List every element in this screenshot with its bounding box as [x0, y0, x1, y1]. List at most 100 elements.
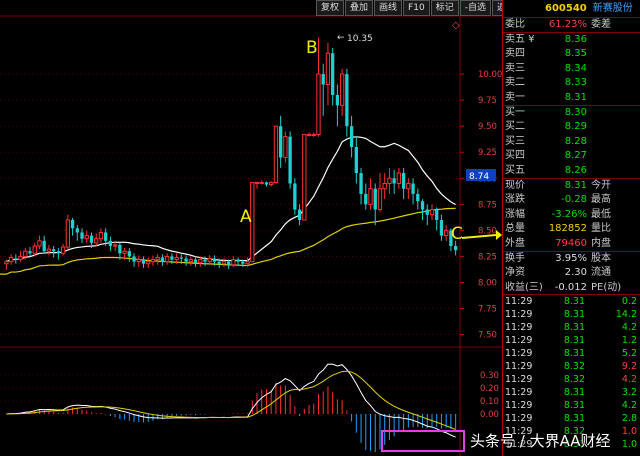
tick-time: 11:29: [505, 309, 533, 321]
chart-toolbar: 复权 叠加 画线 F10 标记 -自选 返回: [316, 0, 521, 16]
quote-row: 外盘 79460 内盘: [503, 237, 640, 252]
candle-body: [23, 250, 28, 257]
candle-body: [302, 134, 307, 221]
bid-row[interactable]: 买五 8.26: [503, 164, 640, 179]
ask-row[interactable]: 卖二 8.33: [503, 76, 640, 91]
macd-axis: 0.30 0.20 0.10 0.00: [480, 371, 499, 420]
candle-body: [217, 261, 221, 264]
mark-button[interactable]: 标记: [430, 0, 459, 16]
candle-body: [349, 126, 354, 148]
tick-time: 11:29: [505, 348, 533, 360]
tick-row: 11:29 8.32 4.2: [503, 373, 640, 386]
candle-body: [193, 259, 198, 263]
overlay-button[interactable]: 叠加: [345, 0, 374, 16]
fundamental-row: 收益(三) -0.012 PE(动): [503, 281, 640, 296]
tick-row: 11:29 8.31 1.2: [503, 334, 640, 347]
tick-time: 11:29: [505, 361, 533, 373]
candle-body: [212, 258, 217, 262]
tick-volume: 0.2: [621, 296, 637, 308]
macd-dea-line: [6, 370, 456, 431]
candle-body: [174, 256, 179, 261]
peak-marker: ←: [337, 33, 345, 43]
candle-body: [28, 251, 32, 254]
candle-body: [198, 259, 203, 264]
quote-row: 现价 8.31 今开: [505, 179, 611, 191]
candle-body: [207, 258, 212, 263]
tick-volume: 4.2: [621, 374, 637, 386]
ask-row[interactable]: 卖四 8.35: [503, 47, 640, 62]
tick-volume: 14.2: [615, 309, 637, 321]
candle-body: [226, 261, 231, 265]
bid-row[interactable]: 买三 8.28: [503, 135, 640, 150]
candle-body: [80, 232, 84, 239]
candle-body: [52, 249, 56, 252]
price-tick-label: 8.25: [478, 252, 497, 262]
macd-tick-label: 0.30: [480, 371, 499, 381]
tick-time: 11:29: [505, 335, 533, 347]
bid-row[interactable]: 买二 8.29: [503, 120, 640, 135]
candle-body: [136, 259, 141, 263]
stock-code: 600540: [545, 3, 587, 14]
remove-watchlist-button[interactable]: -自选: [459, 0, 491, 16]
candle-body: [377, 188, 383, 211]
kline-chart[interactable]: 10.009.759.509.259.008.758.508.258.007.7…: [0, 0, 502, 456]
bid-row[interactable]: 买一 8.30: [503, 106, 640, 121]
restore-rights-button[interactable]: 复权: [316, 0, 345, 16]
draw-line-button[interactable]: 画线: [374, 0, 403, 16]
candle-body: [387, 177, 392, 185]
tick-time: 11:29: [505, 400, 533, 412]
candle-body: [179, 257, 183, 259]
candle-body: [108, 240, 113, 247]
tick-row: 11:29 8.31 3.2: [503, 386, 640, 399]
candle-body: [18, 255, 23, 261]
tick-row: 11:29 8.31 2.8: [503, 412, 640, 425]
candle-body: [444, 229, 449, 237]
candle-body: [65, 219, 70, 248]
candle-body: [425, 209, 429, 215]
tick-volume: 9.2: [621, 361, 637, 373]
tick-price: 8.31: [563, 348, 585, 360]
price-tick-label: 9.25: [478, 148, 497, 158]
candle-body: [146, 261, 151, 265]
candle-body: [8, 256, 14, 263]
candle-body: [373, 188, 377, 210]
candle-body: [335, 94, 340, 106]
candle-body: [231, 259, 236, 266]
candle-body: [435, 209, 439, 220]
quote-row: 涨幅 -3.26% 最低: [505, 208, 611, 220]
ask-row[interactable]: 卖三 8.34: [503, 62, 640, 77]
ask-row[interactable]: 卖五 ¥8.36: [503, 33, 640, 48]
candle-body: [160, 257, 165, 262]
candle-body: [259, 181, 264, 184]
candle-body: [321, 74, 325, 85]
f10-button[interactable]: F10: [403, 0, 430, 16]
candle-body: [89, 235, 94, 243]
candle-body: [293, 183, 297, 210]
bid-row[interactable]: 买四 8.27: [503, 149, 640, 164]
candlestick-series[interactable]: [4, 37, 458, 270]
close-icon[interactable]: ◇: [452, 20, 460, 31]
macd-panel[interactable]: [6, 363, 457, 452]
candle-body: [297, 209, 302, 220]
tick-list[interactable]: 11:29 8.31 0.2 11:29 8.31 14.2 11:29 8.31 4.2 11:…: [503, 295, 640, 451]
tick-row: 11:29 8.31 4.2: [503, 399, 640, 412]
candle-body: [245, 261, 250, 265]
candle-body: [122, 250, 127, 254]
candle-body: [254, 181, 260, 184]
candle-body: [75, 228, 79, 233]
label-a: A: [240, 207, 252, 227]
quote-row: 涨跌 -0.28 最高: [505, 194, 611, 206]
candle-body: [345, 74, 349, 127]
quote-panel: 600540 新赛股份 委比 61.23% 委差 卖五 ¥8.36 卖四 8.35…: [502, 0, 640, 456]
candle-body: [273, 125, 279, 183]
candle-body: [392, 178, 396, 184]
label-c: C: [451, 224, 463, 244]
price-tick-label: 9.50: [478, 122, 497, 132]
candle-body: [382, 183, 387, 190]
ask-row[interactable]: 卖一 8.31: [503, 91, 640, 106]
price-tick-label: 8.75: [478, 200, 497, 210]
price-tick-label: 7.50: [478, 331, 497, 341]
stock-name[interactable]: 新赛股份: [593, 0, 633, 17]
candle-body: [411, 183, 415, 194]
price-tick-label: 10.00: [478, 70, 502, 80]
